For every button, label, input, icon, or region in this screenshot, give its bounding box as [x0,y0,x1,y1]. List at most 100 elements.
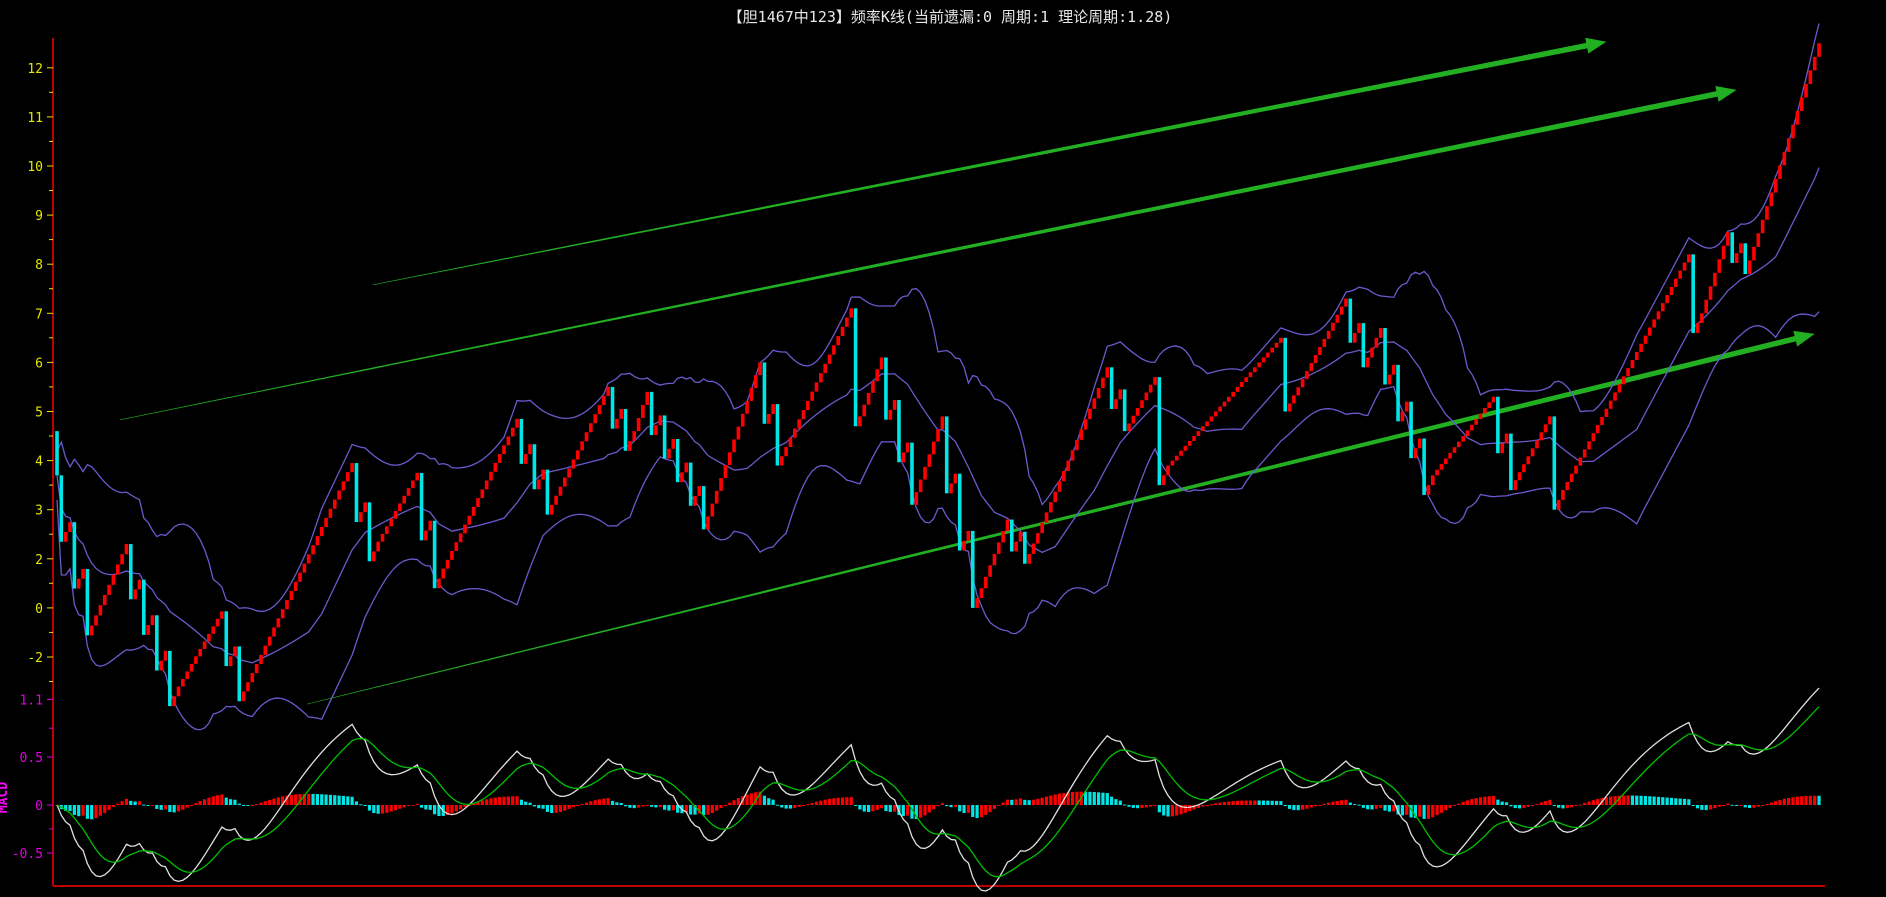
down-bar [1010,519,1014,552]
macd-histogram-bar [1001,802,1005,805]
up-bar [1448,452,1452,459]
macd-histogram-bar [1253,800,1257,805]
macd-histogram-bar [975,805,979,819]
up-bar [858,416,862,427]
macd-histogram-bar [1669,797,1674,805]
macd-histogram-bar [1665,797,1669,805]
up-bar [949,483,953,494]
macd-histogram-bar [1222,802,1227,805]
macd-histogram-bar [1157,805,1161,813]
up-bar [115,564,120,575]
up-bar [1478,413,1483,420]
macd-histogram-bar [1010,799,1014,805]
up-bar [393,511,398,519]
macd-histogram-bar [1565,805,1569,809]
macd-histogram-bar [307,793,311,805]
up-bar [1101,377,1105,389]
up-bar [489,471,493,481]
up-bar [1799,97,1804,112]
up-bar [1639,343,1643,352]
macd-histogram-bar [1713,805,1717,809]
y-tick-label: 5 [35,406,43,421]
up-bar [1218,406,1222,412]
macd-histogram-bar [263,801,267,805]
up-bar [576,450,580,460]
macd-histogram-bar [1005,799,1010,805]
macd-histogram-bar [1270,800,1274,805]
up-bar [549,504,554,515]
up-bar [1765,206,1769,220]
up-bar [1040,522,1044,534]
macd-histogram-bar [272,798,276,805]
macd-histogram-bar [1400,805,1404,816]
up-bar [324,517,328,527]
up-bar [1782,151,1787,166]
macd-histogram-bar [315,794,319,805]
macd-histogram-bar [1813,795,1817,805]
up-bar [1444,458,1448,465]
macd-histogram-bar [1305,805,1309,809]
up-bar [905,442,910,453]
up-bar [319,526,324,537]
macd-histogram-bar [450,805,454,814]
up-bar [827,354,832,364]
up-bar [63,531,68,542]
macd-histogram-bar [1721,805,1726,806]
up-bar [1682,262,1687,271]
down-bar [1396,364,1400,422]
down-bar [1023,531,1027,564]
up-bar [124,544,129,555]
macd-histogram-bar [363,805,367,806]
up-bar [1161,475,1166,486]
macd-histogram-bar [762,795,767,805]
macd-histogram-bar [1274,800,1279,805]
up-bar [454,542,459,552]
down-bar [649,391,654,436]
macd-histogram-bar [814,801,819,805]
up-bar [1747,260,1752,275]
macd-histogram-bar [1357,804,1361,806]
macd-histogram-bar [949,805,953,808]
macd-histogram-bar [129,800,133,805]
macd-histogram-bar [663,805,667,810]
up-bar [146,625,150,635]
macd-histogram-bar [858,805,862,810]
down-bar [532,444,537,490]
up-bar [810,391,814,401]
trendline-arrow [372,37,1607,286]
up-bar [1335,314,1340,323]
up-bar [1812,56,1817,71]
macd-histogram-bar [1379,805,1383,808]
macd-histogram-bar [242,805,246,806]
up-bar [1118,389,1123,400]
macd-histogram-bar [1452,805,1457,806]
up-bar [263,645,268,655]
up-bar [753,375,758,389]
macd-histogram-bar [207,797,211,805]
up-bar [1274,342,1279,348]
macd-histogram-bar [671,805,675,811]
up-bar [736,426,741,440]
up-bar [992,553,997,566]
macd-tick-label: 1.1 [20,693,43,708]
up-bar [497,454,502,463]
up-bar [98,605,103,616]
macd-histogram-bar [1539,802,1543,805]
up-bar [293,581,298,591]
up-bar [1344,298,1348,307]
up-bar [1687,254,1691,263]
axes [52,38,1825,887]
up-bar [1795,111,1800,125]
macd-histogram-bar [1031,799,1036,805]
up-bar [658,415,663,426]
up-bar [345,472,350,482]
up-bar [458,533,463,543]
macd-histogram-bar [1782,798,1786,805]
up-bar [1140,400,1144,408]
macd-histogram-bar [667,805,671,811]
up-bar [866,392,871,405]
macd-histogram-bar [1457,803,1461,805]
up-bar [1626,368,1630,377]
macd-histogram-bar [1287,805,1292,809]
macd-histogram-bar [524,801,528,805]
